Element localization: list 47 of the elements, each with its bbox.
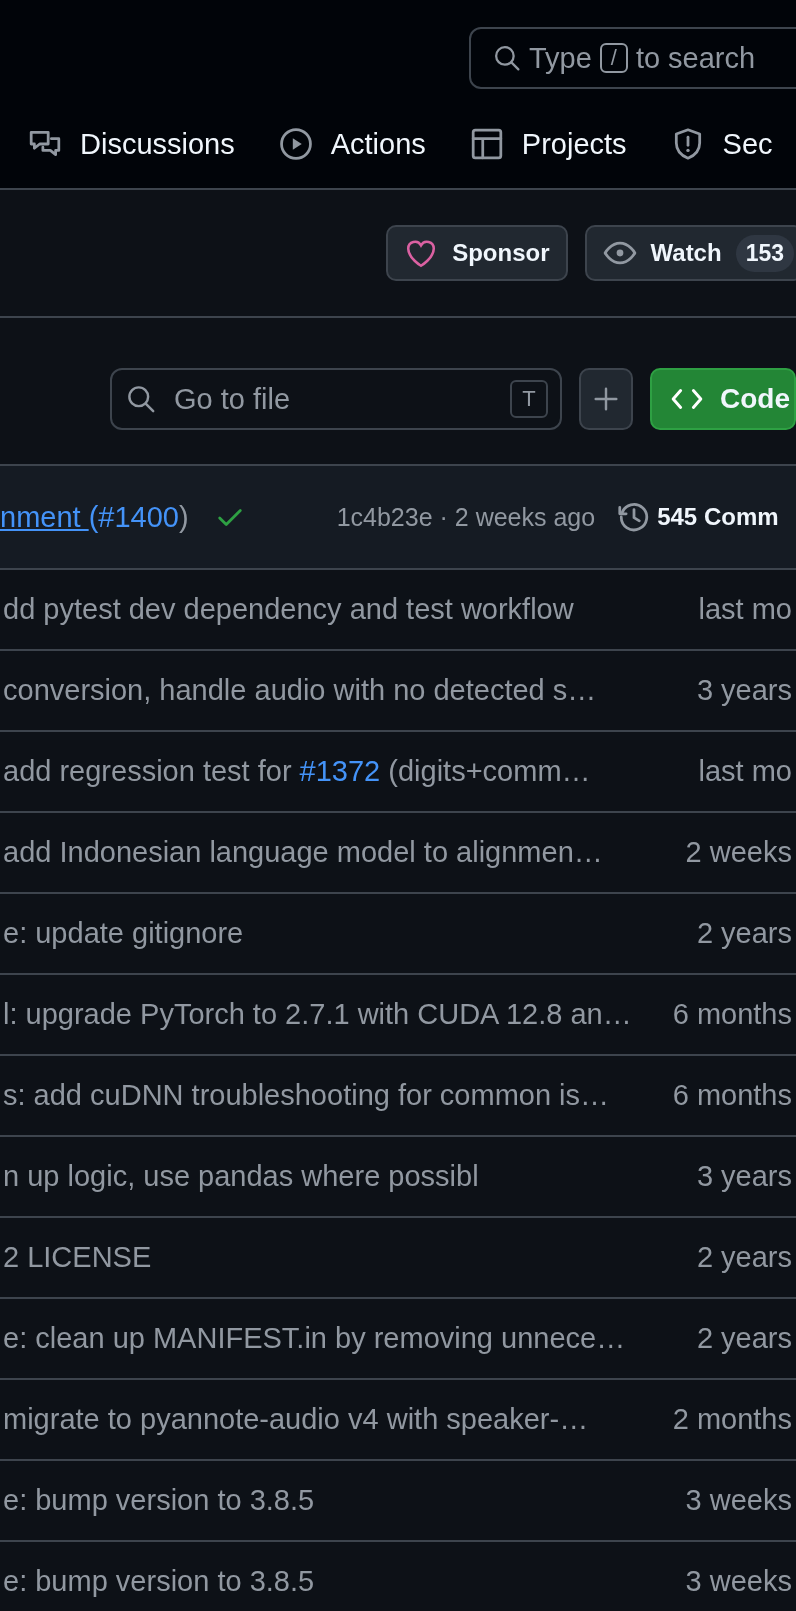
commit-time: 2 weeks xyxy=(685,836,792,869)
commit-time: 3 weeks xyxy=(685,1565,792,1598)
search-icon xyxy=(126,384,156,414)
add-file-button[interactable] xyxy=(579,368,633,430)
commit-time: 2 years xyxy=(696,1241,792,1274)
commit-message: l: upgrade PyTorch to 2.7.1 with CUDA 12.8 an… xyxy=(3,998,632,1031)
search-field[interactable]: Type / to search xyxy=(469,27,796,89)
commit-time: 2 years xyxy=(696,917,792,950)
search-icon xyxy=(493,44,521,72)
commit-message: add Indonesian language model to alignmen… xyxy=(3,836,603,869)
code-button[interactable]: Code xyxy=(650,368,796,430)
nav-tab[interactable]: Actions xyxy=(278,127,426,161)
commit-message: nment (#1400) xyxy=(0,500,189,534)
commit-message: conversion, handle audio with no detected s… xyxy=(3,674,597,707)
commit-message: e: bump version to 3.8.5 xyxy=(3,1484,315,1517)
commit-info: 1c4b23e · 2 weeks ago xyxy=(336,502,596,532)
commit-time: 6 months xyxy=(672,1079,792,1112)
sponsor-button[interactable]: Sponsor xyxy=(386,225,568,281)
commit-time: 2 months xyxy=(672,1403,792,1436)
commit-time: 3 years xyxy=(696,1160,792,1193)
nav-tab[interactable]: Discussions xyxy=(28,127,235,161)
watch-count: 153 xyxy=(735,234,794,272)
commit-message: e: clean up MANIFEST.in by removing unnece… xyxy=(3,1322,626,1355)
commit-time: last mo xyxy=(698,755,792,788)
nav-tab[interactable]: Sec xyxy=(670,127,773,161)
nav-tab[interactable]: Projects xyxy=(469,127,627,161)
table-icon xyxy=(469,127,504,161)
commit-time: last mo xyxy=(698,593,792,626)
commit-link[interactable]: #1372 xyxy=(299,755,381,787)
commit-message: s: add cuDNN troubleshooting for common is… xyxy=(3,1079,610,1112)
commit-link[interactable]: nment xyxy=(0,500,89,533)
commit-time: 2 years xyxy=(696,1322,792,1355)
commit-time: 3 years xyxy=(696,674,792,707)
commit-message: dd pytest dev dependency and test workflow xyxy=(3,593,574,626)
commit-link[interactable]: (#1400 xyxy=(88,500,179,533)
commit-message: n up logic, use pandas where possibl xyxy=(3,1160,479,1193)
commits-link[interactable]: 545 Comm xyxy=(617,500,779,534)
shortcut-key: T xyxy=(510,380,548,418)
commit-message: add regression test for #1372 (digits+comm… xyxy=(3,755,591,788)
commit-time: 3 weeks xyxy=(685,1484,792,1517)
commit-message: e: bump version to 3.8.5 xyxy=(3,1565,315,1598)
play-circle-icon xyxy=(278,127,313,161)
commit-message: 2 LICENSE xyxy=(3,1241,152,1274)
commit-message: migrate to pyannote-audio v4 with speaker-… xyxy=(3,1403,589,1436)
commit-time: 6 months xyxy=(672,998,792,1031)
watch-button[interactable]: Watch 153 xyxy=(584,225,796,281)
commit-message: e: update gitignore xyxy=(3,917,244,950)
